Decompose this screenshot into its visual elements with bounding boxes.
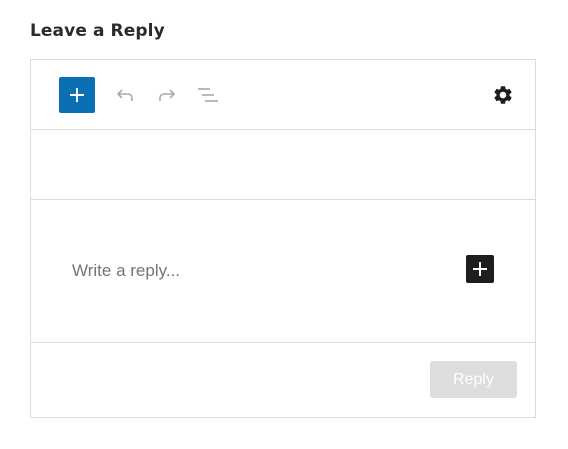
gear-icon — [494, 86, 512, 104]
redo-icon — [159, 89, 175, 101]
add-block-button[interactable] — [59, 77, 95, 113]
title-field[interactable] — [31, 130, 535, 200]
undo-icon — [117, 89, 133, 101]
leave-a-reply-heading: Leave a Reply — [30, 21, 165, 41]
editor-footer: Reply — [31, 343, 535, 417]
reply-editor: Write a reply... Reply — [30, 59, 536, 418]
editor-toolbar — [31, 60, 535, 130]
settings-button[interactable] — [490, 82, 516, 108]
reply-button[interactable]: Reply — [430, 361, 517, 398]
undo-button[interactable] — [112, 82, 138, 108]
reply-placeholder: Write a reply... — [72, 261, 181, 280]
reply-content-area[interactable]: Write a reply... — [31, 200, 535, 343]
plus-icon — [473, 262, 487, 276]
inline-add-block-button[interactable] — [466, 255, 494, 283]
outline-button[interactable] — [195, 82, 221, 108]
redo-button[interactable] — [154, 82, 180, 108]
list-view-icon — [198, 88, 218, 102]
plus-icon — [70, 88, 84, 102]
